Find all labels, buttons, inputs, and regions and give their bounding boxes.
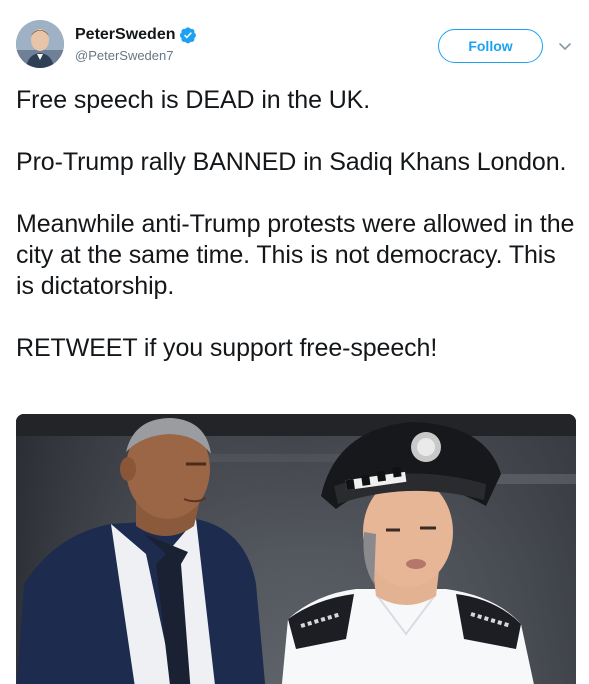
verified-badge-icon [180,27,197,44]
photo-two-people-icon [16,414,576,684]
tweet-card: PeterSweden @PeterSweden7 Follow Free sp… [0,0,589,684]
user-avatar-icon [16,20,64,68]
display-name[interactable]: PeterSweden [75,26,175,44]
tweet-paragraph: Free speech is DEAD in the UK. [16,86,371,114]
tweet-paragraph: Pro-Trump rally BANNED in Sadiq Khans Lo… [16,148,567,176]
tweet-paragraph: Meanwhile anti-Trump protests were allow… [16,210,575,300]
name-row: PeterSweden [75,25,197,45]
user-handle[interactable]: @PeterSweden7 [75,48,197,63]
tweet-text: Free speech is DEAD in the UK. Pro-Trump… [16,85,576,364]
tweet-paragraph: RETWEET if you support free-speech! [16,334,438,362]
chevron-down-icon[interactable] [557,38,573,54]
tweet-header: PeterSweden @PeterSweden7 Follow [16,20,576,72]
follow-button[interactable]: Follow [438,29,543,63]
author-block: PeterSweden @PeterSweden7 [75,25,197,63]
avatar[interactable] [16,20,64,68]
tweet-photo[interactable] [16,414,576,684]
